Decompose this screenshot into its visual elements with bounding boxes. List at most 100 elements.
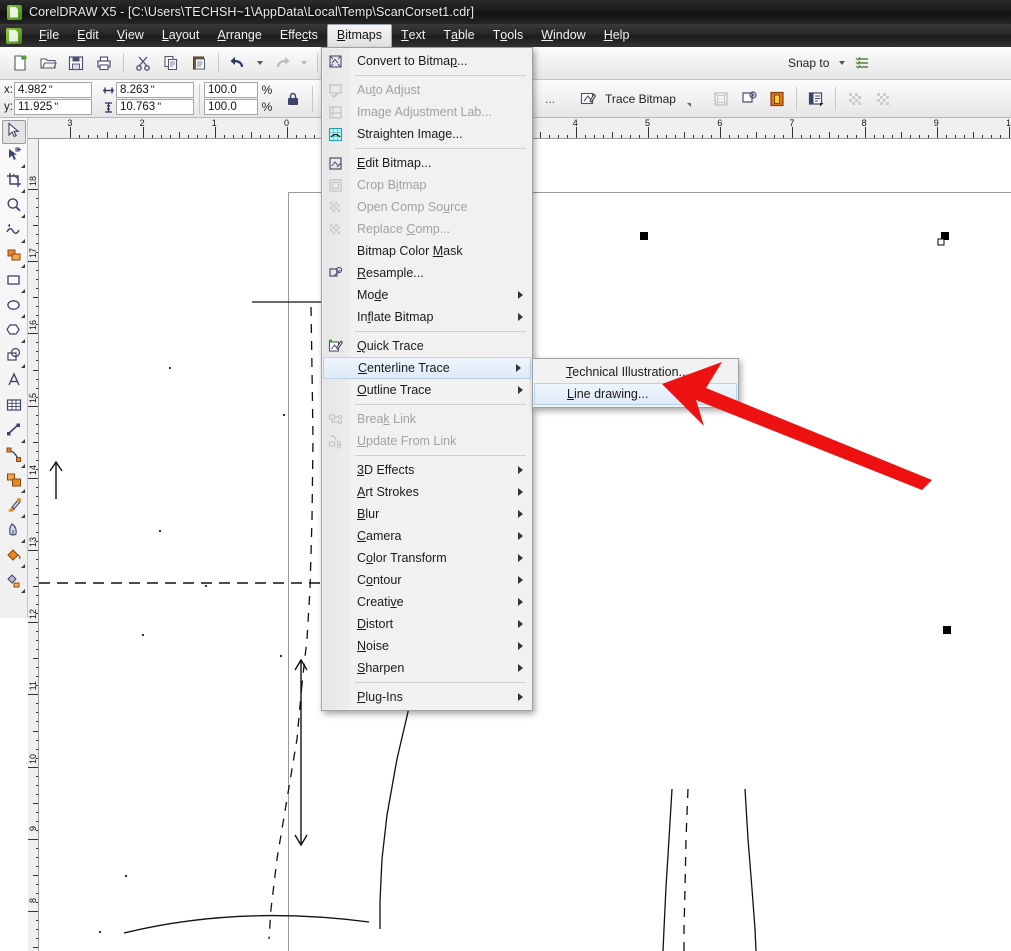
menu-item-inflate-bitmap[interactable]: Inflate Bitmap <box>322 306 532 328</box>
tool-zoom[interactable] <box>2 195 26 219</box>
menubar-item-bitmaps[interactable]: Bitmaps <box>326 24 393 47</box>
menu-item-plug-ins[interactable]: Plug-Ins <box>322 686 532 708</box>
resample-button[interactable] <box>708 86 734 112</box>
menubar-item-view[interactable]: View <box>108 25 153 46</box>
undo-dropdown-button[interactable] <box>253 50 267 76</box>
tool-basic-shapes[interactable] <box>2 345 26 369</box>
menu-item-quick-trace[interactable]: Quick Trace <box>322 335 532 357</box>
snap-to-dropdown-button[interactable] <box>835 50 848 76</box>
edit-bitmap-button[interactable] <box>736 86 762 112</box>
trace-bitmap-dropdown-button[interactable] <box>682 86 696 112</box>
scale-horizontal-input[interactable]: 100.0 <box>204 82 258 98</box>
ruler-tick-minor <box>801 135 803 138</box>
tool-table[interactable] <box>2 395 26 419</box>
transparency-button[interactable] <box>842 86 868 112</box>
menu-item-straighten-image[interactable]: Straighten Image... <box>322 123 532 145</box>
paste-button[interactable] <box>186 50 212 76</box>
print-button[interactable] <box>91 50 117 76</box>
menubar-item-file[interactable]: File <box>30 25 68 46</box>
menubar-item-edit[interactable]: Edit <box>68 25 108 46</box>
submenu-item-technical-illustration[interactable]: Technical Illustration... <box>533 361 738 383</box>
replace-comp-icon <box>327 221 344 238</box>
chevron-down-icon <box>301 61 307 65</box>
menu-item-art-strokes[interactable]: Art Strokes <box>322 481 532 503</box>
ruler-label: 5 <box>645 118 651 128</box>
menubar-item-effects[interactable]: Effe c ts <box>271 25 327 46</box>
tool-shape[interactable] <box>2 145 26 169</box>
menubar-item-tools[interactable]: To ols <box>484 25 533 46</box>
menubar-item-arrange[interactable]: Arrange <box>208 25 270 46</box>
menu-item-mode[interactable]: Mode <box>322 284 532 306</box>
x-position-input[interactable]: 4.982 " <box>14 82 92 98</box>
scale-vertical-input[interactable]: 100.0 <box>204 99 258 115</box>
tool-interactive-fill[interactable] <box>2 570 26 594</box>
undo-button[interactable] <box>225 50 251 76</box>
menu-item-label: Convert to Bitmap... <box>357 54 468 68</box>
tool-connector[interactable] <box>2 445 26 469</box>
width-input[interactable]: 8.263 " <box>116 82 194 98</box>
redo-dropdown-button[interactable] <box>297 50 311 76</box>
tool-freehand[interactable] <box>2 220 26 244</box>
menu-item-edit-bitmap[interactable]: Edit Bitmap... <box>322 152 532 174</box>
menu-item-3d-effects[interactable]: 3D Effects <box>322 459 532 481</box>
menu-item-sharpen[interactable]: Sharpen <box>322 657 532 679</box>
tool-crop[interactable] <box>2 170 26 194</box>
menu-item-resample[interactable]: Resample... <box>322 262 532 284</box>
open-button[interactable] <box>35 50 61 76</box>
new-document-button[interactable] <box>7 50 33 76</box>
menubar-item-window[interactable]: Window <box>532 25 594 46</box>
bitmap-effects-button[interactable] <box>870 86 896 112</box>
tool-fill[interactable] <box>2 545 26 569</box>
bitmaps-dropdown-menu[interactable]: Convert to Bitmap... Auto Adjust Image Adj… <box>321 47 533 711</box>
tool-dimension[interactable] <box>2 420 26 444</box>
tool-ellipse[interactable] <box>2 295 26 319</box>
save-button[interactable] <box>63 50 89 76</box>
menu-item-color-transform[interactable]: Color Transform <box>322 547 532 569</box>
wrap-paragraph-text-button[interactable] <box>803 86 829 112</box>
menu-item-distort[interactable]: Distort <box>322 613 532 635</box>
ruler-tick-major <box>28 477 38 479</box>
tool-smart-fill[interactable] <box>2 245 26 269</box>
menu-item-creative[interactable]: Creative <box>322 591 532 613</box>
redo-button[interactable] <box>269 50 295 76</box>
trace-bitmap-icon[interactable] <box>575 86 601 112</box>
tool-outline[interactable] <box>2 520 26 544</box>
flyout-triangle-icon <box>20 189 25 193</box>
vertical-ruler[interactable]: 18 17 16 15 14 13 12 11 10 9 8 <box>28 139 39 951</box>
tool-pick[interactable] <box>1 120 26 144</box>
menubar-item-table[interactable]: Ta ble <box>434 25 483 46</box>
snap-to-label[interactable]: Snap to <box>785 56 834 70</box>
bitmap-color-mask-button[interactable] <box>764 86 790 112</box>
ruler-tick-minor <box>918 135 920 138</box>
y-position-input[interactable]: 11.925 " <box>14 99 92 115</box>
height-input[interactable]: 10.763 " <box>116 99 194 115</box>
menubar-item-layout[interactable]: Layout <box>153 25 209 46</box>
menu-item-noise[interactable]: Noise <box>322 635 532 657</box>
options-list-icon[interactable] <box>850 50 876 76</box>
smart-fill-icon <box>6 247 22 268</box>
tool-blend[interactable] <box>2 470 26 494</box>
menu-item-camera[interactable]: Camera <box>322 525 532 547</box>
menu-item-blur[interactable]: Blur <box>322 503 532 525</box>
submenu-item-line-drawing[interactable]: Line drawing... <box>534 383 737 405</box>
menu-item-centerline-trace[interactable]: Centerline Trace <box>323 357 531 379</box>
tool-color-eyedropper[interactable] <box>2 495 26 519</box>
menubar-item-help[interactable]: Help <box>595 25 639 46</box>
lock-ratio-icon[interactable] <box>280 86 306 112</box>
ruler-tick-minor <box>711 135 713 138</box>
ruler-tick-minor <box>151 135 153 138</box>
menu-item-bitmap-color-mask[interactable]: Bitmap Color Mask <box>322 240 532 262</box>
menu-item-outline-trace[interactable]: Outline Trace <box>322 379 532 401</box>
menu-item-convert-to-bitmap[interactable]: Convert to Bitmap... <box>322 50 532 72</box>
paint-bucket-icon <box>6 547 22 568</box>
centerline-trace-submenu[interactable]: Technical Illustration... Line drawing... <box>532 358 739 408</box>
tool-polygon[interactable] <box>2 320 26 344</box>
tool-text[interactable] <box>2 370 26 394</box>
cut-button[interactable] <box>130 50 156 76</box>
menu-item-contour[interactable]: Contour <box>322 569 532 591</box>
menubar-item-text[interactable]: Text <box>392 25 434 46</box>
flyout-triangle-icon <box>20 589 25 593</box>
tool-rectangle[interactable] <box>2 270 26 294</box>
copy-button[interactable] <box>158 50 184 76</box>
trace-bitmap-label[interactable]: Trace Bitmap <box>602 92 681 106</box>
